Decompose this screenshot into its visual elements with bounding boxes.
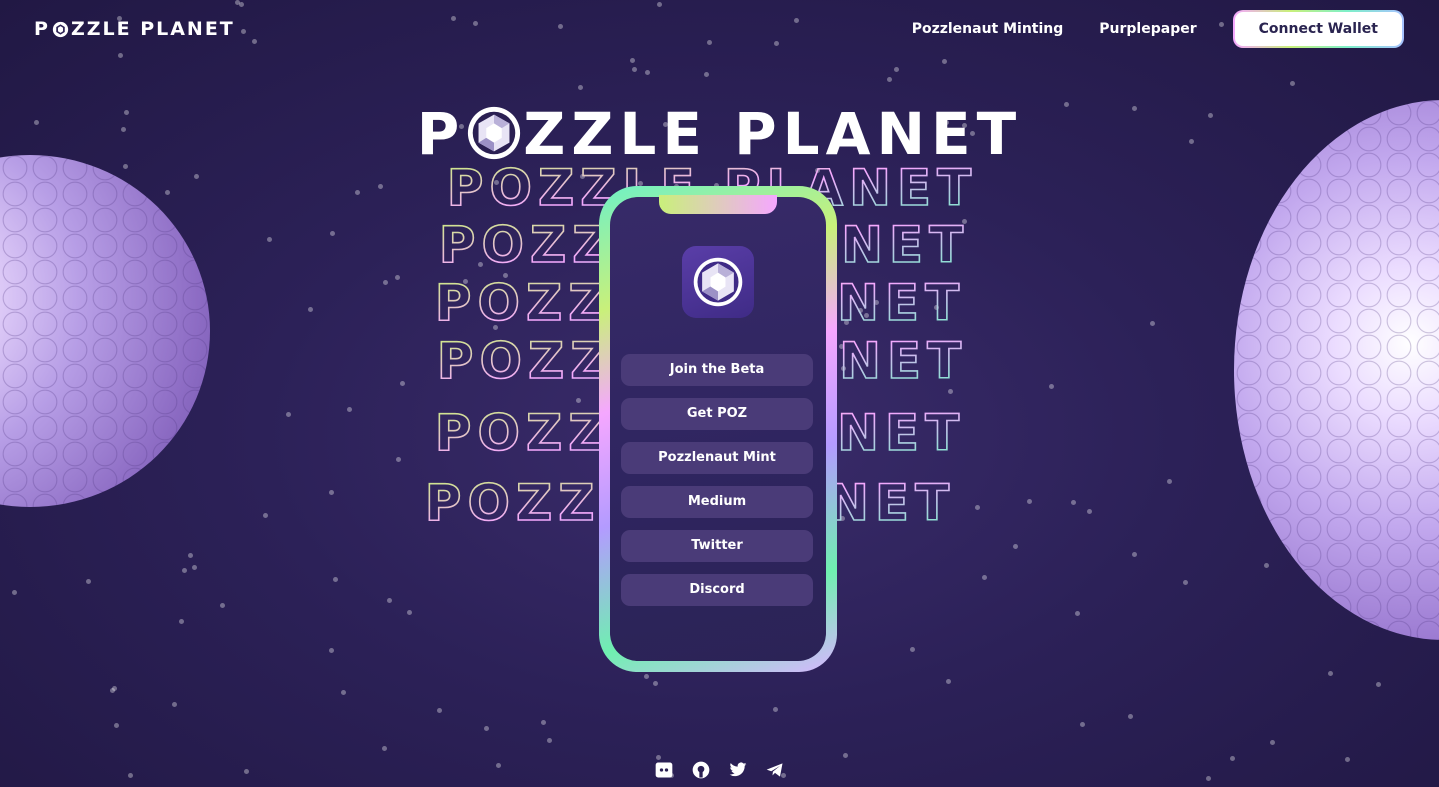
star: [657, 2, 662, 7]
star: [887, 77, 892, 82]
star: [484, 726, 489, 731]
phone-mockup: Join the Beta Get POZ Pozzlenaut Mint Me…: [599, 186, 837, 672]
pozzle-app-icon: [682, 246, 754, 318]
star: [1080, 722, 1085, 727]
star: [110, 688, 115, 693]
logo-letter-p: P: [34, 18, 50, 40]
star: [128, 773, 133, 778]
star: [704, 72, 709, 77]
star: [1128, 714, 1133, 719]
star: [12, 590, 17, 595]
star: [644, 674, 649, 679]
phone-notch: [659, 195, 777, 214]
discord-icon[interactable]: [654, 760, 674, 780]
star: [578, 85, 583, 90]
nav-purplepaper[interactable]: Purplepaper: [1099, 21, 1196, 37]
medium-button[interactable]: Medium: [621, 486, 813, 518]
star: [547, 738, 552, 743]
logo-text: ZZLE PLANET: [70, 18, 235, 40]
star: [982, 575, 987, 580]
star: [182, 568, 187, 573]
star: [1290, 81, 1295, 86]
star: [241, 29, 246, 34]
star: [843, 753, 848, 758]
discord-button[interactable]: Discord: [621, 574, 813, 606]
star: [1206, 776, 1211, 781]
star: [773, 707, 778, 712]
star: [774, 41, 779, 46]
get-poz-button[interactable]: Get POZ: [621, 398, 813, 430]
star: [333, 577, 338, 582]
star: [558, 24, 563, 29]
star: [244, 769, 249, 774]
star: [942, 59, 947, 64]
pozzlenaut-mint-button[interactable]: Pozzlenaut Mint: [621, 442, 813, 474]
star: [1328, 671, 1333, 676]
star: [220, 603, 225, 608]
link-list: Join the Beta Get POZ Pozzlenaut Mint Me…: [621, 354, 813, 618]
join-beta-button[interactable]: Join the Beta: [621, 354, 813, 386]
star: [192, 565, 197, 570]
star: [329, 648, 334, 653]
star: [341, 690, 346, 695]
hero-title: P ZZLE PLANET: [0, 100, 1439, 168]
star: [1132, 552, 1137, 557]
star: [473, 21, 478, 26]
pozzle-gem-large-icon: [465, 104, 523, 162]
star: [118, 53, 123, 58]
star: [1376, 682, 1381, 687]
twitter-icon[interactable]: [728, 760, 748, 780]
star: [252, 39, 257, 44]
star: [894, 67, 899, 72]
star: [114, 723, 119, 728]
star: [1013, 544, 1018, 549]
star: [172, 702, 177, 707]
star: [632, 67, 637, 72]
star: [653, 681, 658, 686]
star: [382, 746, 387, 751]
connect-wallet-label: Connect Wallet: [1234, 12, 1402, 46]
page: P ZZLE PLANET Pozzlenaut Minting Purplep…: [0, 0, 1439, 787]
star: [387, 598, 392, 603]
star: [1264, 563, 1269, 568]
star: [437, 708, 442, 713]
site-logo[interactable]: P ZZLE PLANET: [34, 18, 235, 40]
telegram-icon[interactable]: [765, 760, 785, 780]
star: [239, 2, 244, 7]
star: [645, 70, 650, 75]
star: [794, 18, 799, 23]
hero-title-prefix: P: [416, 100, 466, 168]
star: [707, 40, 712, 45]
star: [451, 16, 456, 21]
star: [1230, 756, 1235, 761]
github-icon[interactable]: [691, 760, 711, 780]
pozzle-gem-icon: [52, 21, 69, 38]
star: [541, 720, 546, 725]
star: [1270, 740, 1275, 745]
footer-social-icons: [654, 760, 785, 780]
star: [179, 619, 184, 624]
star: [1183, 580, 1188, 585]
star: [630, 58, 635, 63]
star: [188, 553, 193, 558]
connect-wallet-button[interactable]: Connect Wallet: [1232, 10, 1404, 48]
twitter-button[interactable]: Twitter: [621, 530, 813, 562]
star: [1345, 757, 1350, 762]
star: [1075, 611, 1080, 616]
star: [946, 679, 951, 684]
top-nav: Pozzlenaut Minting Purplepaper Connect W…: [912, 10, 1404, 48]
star: [910, 647, 915, 652]
nav-pozzlenaut-minting[interactable]: Pozzlenaut Minting: [912, 21, 1064, 37]
star: [496, 763, 501, 768]
star: [407, 610, 412, 615]
star: [86, 579, 91, 584]
phone-screen: Join the Beta Get POZ Pozzlenaut Mint Me…: [610, 195, 826, 661]
hero-title-suffix: ZZLE PLANET: [523, 100, 1023, 168]
